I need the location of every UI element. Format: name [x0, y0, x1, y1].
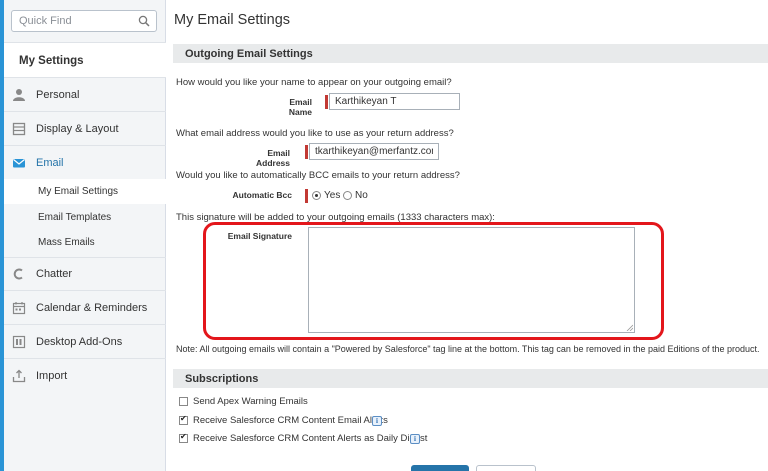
email-submenu: My Email Settings Email Templates Mass E…	[4, 179, 166, 258]
info-icon[interactable]: i	[410, 434, 420, 444]
sidebar: My Settings Personal Display & Layout Em…	[0, 0, 166, 471]
save-button[interactable]	[411, 465, 469, 471]
apex-warning-label: Send Apex Warning Emails	[193, 396, 308, 407]
envelope-icon	[13, 158, 25, 167]
content-email-alerts-label: Receive Salesforce CRM Content Email Ale…	[193, 415, 388, 426]
main-content: My Email Settings Outgoing Email Setting…	[166, 0, 768, 471]
sidebar-item-label: Personal	[36, 88, 80, 101]
search-icon[interactable]	[138, 15, 150, 27]
daily-digest-label: Receive Salesforce CRM Content Alerts as…	[193, 433, 428, 444]
email-address-label: Email Address	[255, 148, 290, 168]
sidebar-item-import[interactable]: Import	[4, 359, 166, 393]
bcc-no-radio[interactable]	[343, 191, 352, 200]
cancel-button[interactable]	[476, 465, 536, 471]
sidebar-item-label: Chatter	[36, 267, 73, 280]
sidebar-item-label: Import	[36, 370, 68, 382]
sidebar-item-label: Desktop Add-Ons	[36, 335, 123, 348]
email-address-question: What email address would you like to use…	[176, 128, 454, 139]
automatic-bcc-question: Would you like to automatically BCC emai…	[176, 170, 460, 181]
subitem-mass-emails[interactable]: Mass Emails	[4, 230, 166, 255]
sidebar-item-calendar-reminders[interactable]: Calendar & Reminders	[4, 291, 166, 325]
required-indicator	[325, 95, 328, 109]
import-icon	[12, 369, 26, 383]
bcc-yes-label: Yes	[324, 190, 341, 201]
subitem-my-email-settings[interactable]: My Email Settings	[4, 179, 166, 204]
outgoing-email-settings-header: Outgoing Email Settings	[173, 44, 768, 63]
person-icon	[13, 88, 25, 101]
sidebar-item-chatter[interactable]: Chatter	[4, 257, 166, 291]
sidebar-item-label: Calendar & Reminders	[36, 301, 148, 314]
my-settings-heading: My Settings	[4, 42, 166, 78]
info-icon[interactable]: i	[372, 416, 382, 426]
content-email-alerts-checkbox[interactable]	[179, 414, 188, 425]
required-indicator	[305, 145, 308, 159]
bcc-no-label: No	[355, 190, 368, 201]
email-address-input[interactable]	[309, 143, 439, 160]
sidebar-item-email[interactable]: Email	[4, 146, 166, 179]
calendar-icon	[12, 301, 26, 314]
quick-find-input[interactable]	[12, 11, 130, 31]
powered-by-note: Note: All outgoing emails will contain a…	[176, 344, 760, 354]
signature-highlight-outline	[203, 222, 664, 340]
quick-find	[11, 10, 157, 32]
sidebar-item-label: Email	[36, 156, 64, 169]
subscriptions-header: Subscriptions	[173, 369, 768, 388]
email-name-question: How would you like your name to appear o…	[176, 77, 452, 88]
email-name-input[interactable]	[329, 93, 460, 110]
subitem-email-templates[interactable]: Email Templates	[4, 205, 166, 230]
chatter-icon	[13, 268, 23, 279]
required-indicator	[305, 189, 308, 203]
layout-icon	[12, 122, 26, 135]
sidebar-item-personal[interactable]: Personal	[4, 78, 166, 112]
sidebar-item-label: Display & Layout	[36, 122, 119, 135]
sidebar-item-desktop-add-ons[interactable]: Desktop Add-Ons	[4, 325, 166, 359]
daily-digest-checkbox[interactable]	[179, 432, 188, 443]
email-name-label: Email Name	[288, 97, 312, 117]
desktop-icon	[12, 335, 26, 348]
automatic-bcc-label: Automatic Bcc	[232, 190, 292, 200]
bcc-yes-radio[interactable]	[312, 191, 321, 200]
sidebar-item-display-layout[interactable]: Display & Layout	[4, 112, 166, 146]
page-title: My Email Settings	[174, 12, 291, 28]
apex-warning-checkbox[interactable]	[179, 397, 188, 406]
